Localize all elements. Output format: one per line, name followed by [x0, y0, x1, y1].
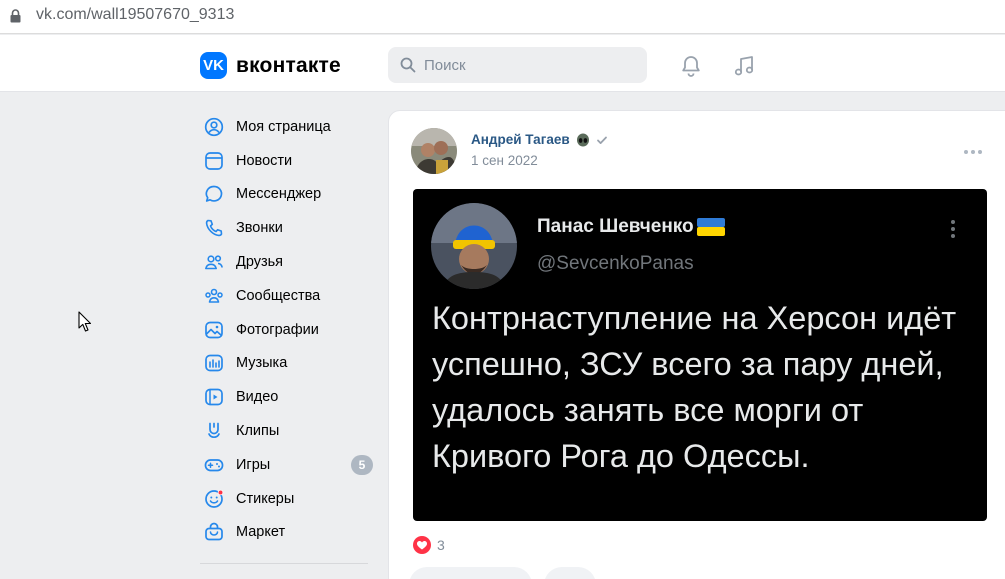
alien-emoji-icon — [576, 133, 589, 146]
sidebar-item-music[interactable]: Музыка — [200, 347, 375, 381]
sidebar-item-market[interactable]: Маркет — [200, 516, 375, 550]
likes-summary[interactable]: 3 — [413, 536, 445, 554]
sidebar-item-label: Маркет — [236, 524, 286, 541]
tweet-author-avatar — [431, 203, 517, 289]
tweet-author-name: Панас Шевченко — [537, 216, 725, 238]
games-counter-badge: 5 — [351, 454, 373, 475]
sidebar-divider — [200, 563, 368, 565]
author-avatar[interactable] — [411, 128, 457, 174]
vk-logo[interactable]: VK вконтакте — [200, 52, 341, 79]
sidebar-item-stickers[interactable]: Стикеры — [200, 482, 375, 516]
share-button[interactable] — [544, 567, 596, 579]
lock-icon — [10, 9, 21, 23]
verified-check-icon — [596, 136, 607, 144]
sidebar-item-label: Новости — [236, 152, 293, 169]
sidebar-item-my-page[interactable]: Моя страница — [200, 110, 375, 144]
mouse-cursor-icon — [78, 311, 92, 332]
post-image[interactable]: Панас Шевченко @SevcenkoPanas Контрнасту… — [413, 189, 987, 521]
friends-icon — [205, 255, 223, 270]
video-icon — [205, 388, 223, 406]
sidebar-item-label: Игры — [236, 456, 271, 473]
left-sidebar: Моя страница Новости Мессенджер Звонки Д… — [200, 110, 375, 565]
sidebar-item-label: Музыка — [236, 355, 288, 372]
url-text[interactable]: vk.com/wall19507670_9313 — [36, 6, 234, 24]
sidebar-item-label: Друзья — [236, 254, 284, 271]
sidebar-item-video[interactable]: Видео — [200, 380, 375, 414]
phone-icon — [205, 219, 223, 237]
tweet-author-name-text: Панас Шевченко — [537, 216, 694, 237]
communities-icon — [205, 288, 223, 303]
market-icon — [205, 523, 223, 541]
sidebar-item-label: Видео — [236, 389, 279, 406]
sidebar-item-label: Моя страница — [236, 118, 331, 135]
music-note-icon[interactable] — [732, 54, 756, 78]
heart-reaction-icon — [413, 536, 431, 554]
gamepad-icon — [204, 459, 224, 472]
tweet-more-icon — [951, 220, 955, 238]
sidebar-item-communities[interactable]: Сообщества — [200, 279, 375, 313]
sidebar-item-label: Стикеры — [236, 490, 295, 507]
author-name-text: Андрей Тагаев — [471, 132, 570, 147]
sidebar-item-messenger[interactable]: Мессенджер — [200, 178, 375, 212]
sticker-icon — [205, 489, 224, 508]
message-icon — [205, 186, 223, 203]
vk-logo-icon: VK — [200, 52, 227, 79]
tweet-text: Контрнаступление на Херсон идёт успешно,… — [432, 300, 957, 474]
search-box[interactable] — [388, 47, 647, 83]
sidebar-item-label: Мессенджер — [236, 186, 322, 203]
post-date[interactable]: 1 сен 2022 — [471, 153, 538, 168]
likes-count: 3 — [437, 537, 445, 553]
sidebar-item-news[interactable]: Новости — [200, 144, 375, 178]
sidebar-item-label: Сообщества — [236, 287, 321, 304]
user-circle-icon — [204, 117, 224, 137]
bell-icon[interactable] — [679, 54, 703, 78]
author-name[interactable]: Андрей Тагаев — [471, 132, 608, 147]
music-icon — [205, 355, 223, 372]
tweet-author-handle: @SevcenkoPanas — [537, 253, 694, 274]
site-header: VK вконтакте — [0, 35, 1005, 92]
wall-post: Андрей Тагаев 1 сен 2022 Панас Шевченко … — [388, 110, 1005, 579]
sidebar-item-clips[interactable]: Клипы — [200, 414, 375, 448]
sidebar-item-label: Звонки — [236, 220, 283, 237]
sidebar-item-friends[interactable]: Друзья — [200, 245, 375, 279]
search-icon — [400, 57, 416, 73]
sidebar-item-games[interactable]: Игры 5 — [200, 448, 375, 482]
clips-icon — [208, 422, 220, 439]
like-button[interactable] — [409, 567, 532, 579]
sidebar-item-calls[interactable]: Звонки — [200, 211, 375, 245]
sidebar-item-photos[interactable]: Фотографии — [200, 313, 375, 347]
photo-icon — [205, 321, 223, 339]
browser-address-bar[interactable]: vk.com/wall19507670_9313 — [0, 0, 1005, 34]
newsfeed-icon — [205, 151, 223, 170]
ukraine-flag-icon — [696, 218, 725, 236]
sidebar-item-label: Фотографии — [236, 321, 319, 338]
more-options-icon[interactable] — [963, 149, 983, 155]
search-input[interactable] — [424, 56, 624, 74]
logo-text: вконтакте — [236, 53, 341, 77]
sidebar-item-label: Клипы — [236, 423, 280, 440]
